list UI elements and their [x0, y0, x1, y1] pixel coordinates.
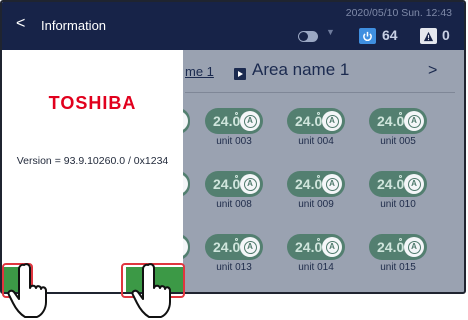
unit-pill[interactable]: 24.0 A [287, 171, 345, 197]
unit-tile[interactable]: 24.0 A unit 010 [368, 171, 428, 210]
next-area-button[interactable]: > [428, 62, 437, 80]
degree-icon [399, 238, 402, 241]
mode-label: A [325, 240, 339, 254]
unit-tile[interactable]: 24.0 A unit 013 [204, 234, 264, 273]
unit-temp: 24.0 [295, 176, 323, 192]
auto-mode-icon: A [322, 111, 342, 131]
toggle-icon[interactable] [298, 31, 318, 42]
unit-name: unit 005 [380, 136, 416, 147]
hand-pointer-icon [131, 263, 171, 318]
back-icon[interactable]: < [16, 16, 25, 32]
unit-temp: 24.0 [377, 113, 405, 129]
unit-temp: 24.0 [213, 176, 241, 192]
auto-mode-icon: A [404, 237, 424, 257]
unit-pill[interactable]: 24.0 A [369, 234, 427, 260]
unit-name: unit 014 [298, 262, 334, 273]
unit-temp: 24.0 [377, 176, 405, 192]
unit-pill[interactable]: 24.0 A [369, 171, 427, 197]
unit-pill[interactable]: 24.0 A [287, 108, 345, 134]
degree-icon [399, 175, 402, 178]
chevron-down-icon[interactable]: ▼ [326, 27, 335, 37]
mode-label: A [243, 114, 257, 128]
unit-tile[interactable]: 24.0 A unit 015 [368, 234, 428, 273]
auto-mode-icon: A [404, 174, 424, 194]
unit-tile[interactable]: 24.0 A unit 003 [204, 108, 264, 147]
unit-pill[interactable]: 24.0 A [369, 108, 427, 134]
area-title: Area name 1 [252, 60, 350, 79]
power-count: 64 [382, 27, 398, 43]
unit-temp: 24.0 [295, 239, 323, 255]
unit-name: unit 009 [298, 199, 334, 210]
toshiba-logo: TOSHIBA [48, 93, 137, 113]
unit-temp: 24.0 [295, 113, 323, 129]
auto-mode-icon: A [240, 237, 260, 257]
unit-tile[interactable]: 24.0 A unit 008 [204, 171, 264, 210]
unit-tile[interactable]: 24.0 A unit 005 [368, 108, 428, 147]
unit-name: unit 010 [380, 199, 416, 210]
unit-name: unit 003 [216, 136, 252, 147]
warning-icon[interactable] [420, 28, 437, 44]
auto-mode-icon: A [240, 111, 260, 131]
version-text: Version = 93.9.10260.0 / 0x1234 [16, 155, 169, 167]
mode-label: A [407, 114, 421, 128]
alarm-count: 0 [442, 27, 450, 43]
unit-tile[interactable]: 24.0 A unit 014 [286, 234, 346, 273]
unit-pill[interactable]: 24.0 A [287, 234, 345, 260]
unit-tile[interactable]: 24.0 A unit 004 [286, 108, 346, 147]
unit-name: unit 004 [298, 136, 334, 147]
information-panel: < Information TOSHIBA Version = 93.9.102… [2, 2, 183, 292]
degree-icon [399, 112, 402, 115]
unit-name: unit 015 [380, 262, 416, 273]
mode-label: A [325, 114, 339, 128]
mode-label: A [243, 177, 257, 191]
degree-icon [317, 112, 320, 115]
mode-label: A [325, 177, 339, 191]
unit-pill[interactable]: 24.0 A [205, 171, 263, 197]
unit-pill[interactable]: 24.0 A [205, 108, 263, 134]
power-icon[interactable] [359, 28, 376, 44]
mode-label: A [407, 240, 421, 254]
unit-temp: 24.0 [213, 113, 241, 129]
unit-pill[interactable]: 24.0 A [205, 234, 263, 260]
unit-name: unit 013 [216, 262, 252, 273]
auto-mode-icon: A [322, 174, 342, 194]
breadcrumb-link[interactable]: me 1 [185, 64, 214, 79]
degree-icon [235, 112, 238, 115]
degree-icon [235, 238, 238, 241]
unit-temp: 24.0 [377, 239, 405, 255]
panel-header: < Information [2, 2, 183, 50]
hand-pointer-icon [7, 263, 47, 318]
unit-tile[interactable]: 24.0 A unit 009 [286, 171, 346, 210]
auto-mode-icon: A [240, 174, 260, 194]
play-icon [234, 68, 246, 80]
mode-label: A [407, 177, 421, 191]
auto-mode-icon: A [404, 111, 424, 131]
unit-temp: 24.0 [213, 239, 241, 255]
divider [185, 92, 455, 93]
degree-icon [317, 175, 320, 178]
unit-name: unit 008 [216, 199, 252, 210]
mode-label: A [243, 240, 257, 254]
degree-icon [317, 238, 320, 241]
touch-screen: 2020/05/10 Sun. 12:43 ▼ 64 0 me 1 Area n… [0, 0, 466, 294]
panel-title: Information [41, 18, 107, 33]
datetime: 2020/05/10 Sun. 12:43 [345, 7, 452, 19]
degree-icon [235, 175, 238, 178]
auto-mode-icon: A [322, 237, 342, 257]
